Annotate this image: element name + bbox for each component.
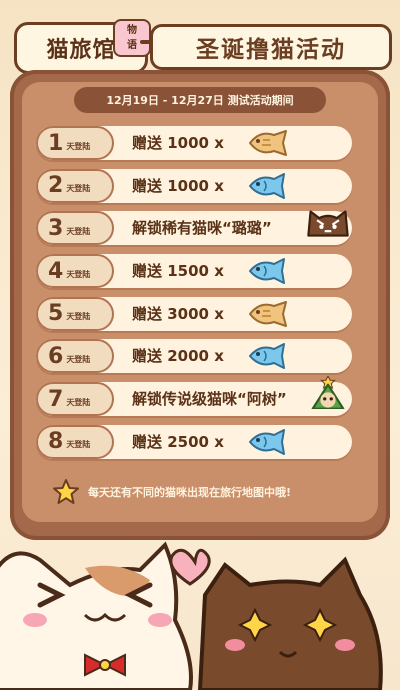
- day-badge: 5 天登陆: [36, 296, 114, 331]
- day-number: 8: [48, 429, 64, 455]
- day-suffix: 天登陆: [66, 354, 91, 364]
- brown-cat-icon: [304, 205, 352, 245]
- reward-row: 8 天登陆 赠送 2500 x: [36, 424, 352, 459]
- tree-cat-icon: [304, 374, 352, 416]
- day-badge: 7 天登陆: [36, 382, 114, 417]
- fish-icon: [246, 256, 290, 286]
- footer-note: 每天还有不同的猫咪出现在旅行地图中哦!: [52, 478, 352, 506]
- reward-text: 赠送 1000 x: [132, 134, 224, 152]
- logo-subtitle: 物 语: [113, 19, 151, 57]
- title-plate: 圣诞撸猫活动: [150, 24, 392, 70]
- day-badge: 6 天登陆: [36, 339, 114, 374]
- day-number: 2: [48, 173, 64, 199]
- taiyaki-icon: [246, 299, 290, 329]
- reward-row: 6 天登陆 赠送 2000 x: [36, 339, 352, 374]
- day-badge: 2 天登陆: [36, 168, 114, 203]
- footer-note-text: 每天还有不同的猫咪出现在旅行地图中哦!: [88, 486, 292, 499]
- taiyaki-icon: [246, 128, 290, 158]
- reward-row: 1 天登陆 赠送 1000 x: [36, 126, 352, 160]
- star-icon: [53, 479, 79, 504]
- reward-row: 5 天登陆 赠送 3000 x: [36, 296, 352, 331]
- day-suffix: 天登陆: [66, 226, 91, 236]
- day-number: 6: [48, 343, 64, 369]
- white-cat-mascot: [0, 541, 193, 690]
- page-title: 圣诞撸猫活动: [196, 37, 346, 63]
- day-badge: 4 天登陆: [36, 254, 114, 289]
- cats-illustration: [0, 541, 383, 690]
- fish-icon: [246, 171, 290, 201]
- day-badge: 1 天登陆: [36, 126, 114, 160]
- reward-text: 赠送 2000 x: [132, 347, 224, 366]
- fish-icon: [246, 427, 290, 457]
- reward-text: 赠送 3000 x: [132, 304, 224, 323]
- day-number: 4: [48, 258, 64, 284]
- day-number: 1: [48, 130, 64, 156]
- day-suffix: 天登陆: [66, 184, 91, 194]
- reward-row: 3 天登陆 解锁稀有猫咪“璐璐”: [36, 210, 352, 246]
- reward-row: 2 天登陆 赠送 1000 x: [36, 168, 352, 203]
- day-suffix: 天登陆: [66, 440, 91, 450]
- day-badge: 8 天登陆: [36, 424, 114, 459]
- day-badge: 3 天登陆: [36, 211, 114, 246]
- day-suffix: 天登陆: [66, 312, 91, 322]
- reward-text: 解锁传说级猫咪“阿树”: [132, 390, 287, 409]
- reward-row: 7 天登陆 解锁传说级猫咪“阿树”: [36, 374, 352, 417]
- logo-text: 猫旅馆: [46, 38, 116, 63]
- reward-row: 4 天登陆 赠送 1500 x: [36, 254, 352, 289]
- reward-text: 赠送 2500 x: [132, 432, 224, 451]
- reward-text: 解锁稀有猫咪“璐璐”: [132, 219, 272, 238]
- day-suffix: 天登陆: [66, 269, 91, 279]
- reward-text: 赠送 1000 x: [132, 176, 224, 195]
- day-number: 3: [48, 215, 64, 241]
- day-suffix: 天登陆: [66, 397, 91, 407]
- reward-text: 赠送 1500 x: [132, 262, 224, 281]
- day-number: 7: [48, 386, 64, 412]
- game-logo: 猫旅馆 物 语: [14, 19, 151, 74]
- login-reward-list: 1 天登陆 赠送 1000 x 2 天登陆 赠送 1000 x 3 天登陆 解锁稀有猫咪“璐璐”…: [36, 126, 352, 468]
- fish-icon: [246, 341, 290, 371]
- header: 猫旅馆 物 语 圣诞撸猫活动: [0, 0, 400, 74]
- day-number: 5: [48, 301, 64, 327]
- day-suffix: 天登陆: [66, 141, 91, 151]
- brown-cat-mascot: [197, 556, 383, 690]
- event-date-range: 12月19日 - 12月27日 测试活动期间: [74, 87, 326, 113]
